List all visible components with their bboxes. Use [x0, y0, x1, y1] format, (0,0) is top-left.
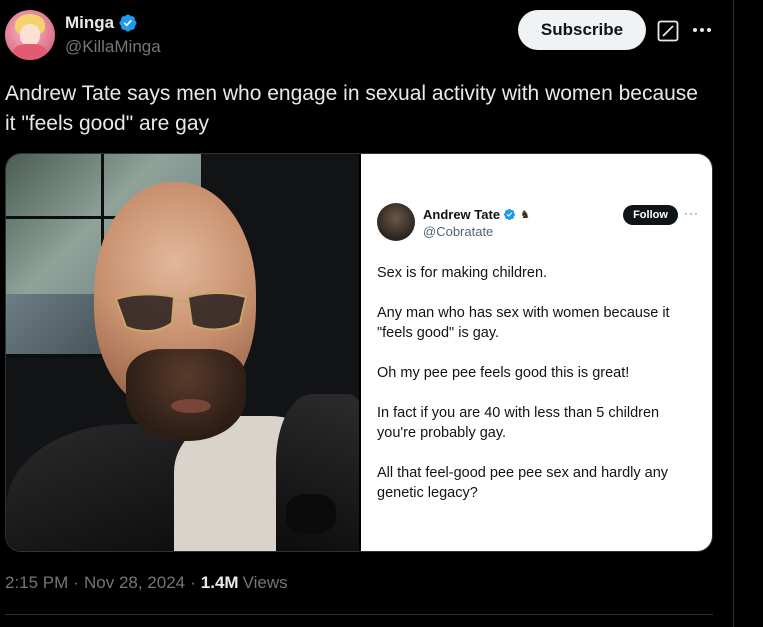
embedded-badge-icon: ♞ [520, 209, 530, 221]
embedded-handle: @Cobratate [423, 224, 494, 239]
tweet-text: Andrew Tate says men who engage in sexua… [5, 82, 698, 135]
subscribe-button[interactable]: Subscribe [518, 10, 646, 50]
embedded-avatar [377, 203, 415, 241]
embedded-more-icon: ··· [684, 206, 699, 220]
meta-separator: · [73, 573, 79, 592]
embedded-name-row: Andrew Tate ♞ [423, 207, 530, 222]
media-photo[interactable] [6, 154, 359, 551]
embedded-display-name: Andrew Tate [423, 207, 501, 222]
verified-badge-icon [119, 14, 137, 32]
embedded-paragraph: In fact if you are 40 with less than 5 c… [377, 405, 660, 441]
author-display-name[interactable]: Minga [65, 13, 114, 33]
author-name-row[interactable]: Minga [65, 13, 138, 33]
embedded-post-card: Andrew Tate ♞ @Cobratate Follow ··· Sex … [361, 154, 712, 551]
embedded-verified-icon [504, 208, 516, 221]
post-time[interactable]: 2:15 PM [5, 573, 68, 593]
embedded-paragraph: All that feel-good pee pee sex and hardl… [377, 465, 669, 501]
avatar[interactable] [5, 10, 55, 60]
timeline-border [733, 0, 734, 627]
post-header: Minga @KillaMinga Subscribe [5, 10, 720, 62]
more-icon[interactable] [690, 18, 714, 42]
grok-icon[interactable] [657, 20, 679, 42]
embedded-paragraph: Sex is for making children. [377, 265, 548, 281]
author-handle[interactable]: @KillaMinga [65, 37, 161, 57]
tweet-media[interactable]: Andrew Tate ♞ @Cobratate Follow ··· Sex … [5, 153, 713, 552]
post-date[interactable]: Nov 28, 2024 [84, 573, 185, 593]
views-count[interactable]: 1.4M [201, 573, 239, 593]
divider [5, 614, 713, 615]
embedded-follow-button: Follow [623, 205, 678, 225]
embedded-paragraph: Any man who has sex with women because i… [377, 305, 670, 341]
views-label[interactable]: Views [243, 573, 288, 593]
embedded-paragraph: Oh my pee pee feels good this is great! [377, 365, 630, 381]
meta-separator: · [190, 573, 196, 592]
post-meta: 2:15 PM · Nov 28, 2024 · 1.4M Views [5, 573, 288, 593]
